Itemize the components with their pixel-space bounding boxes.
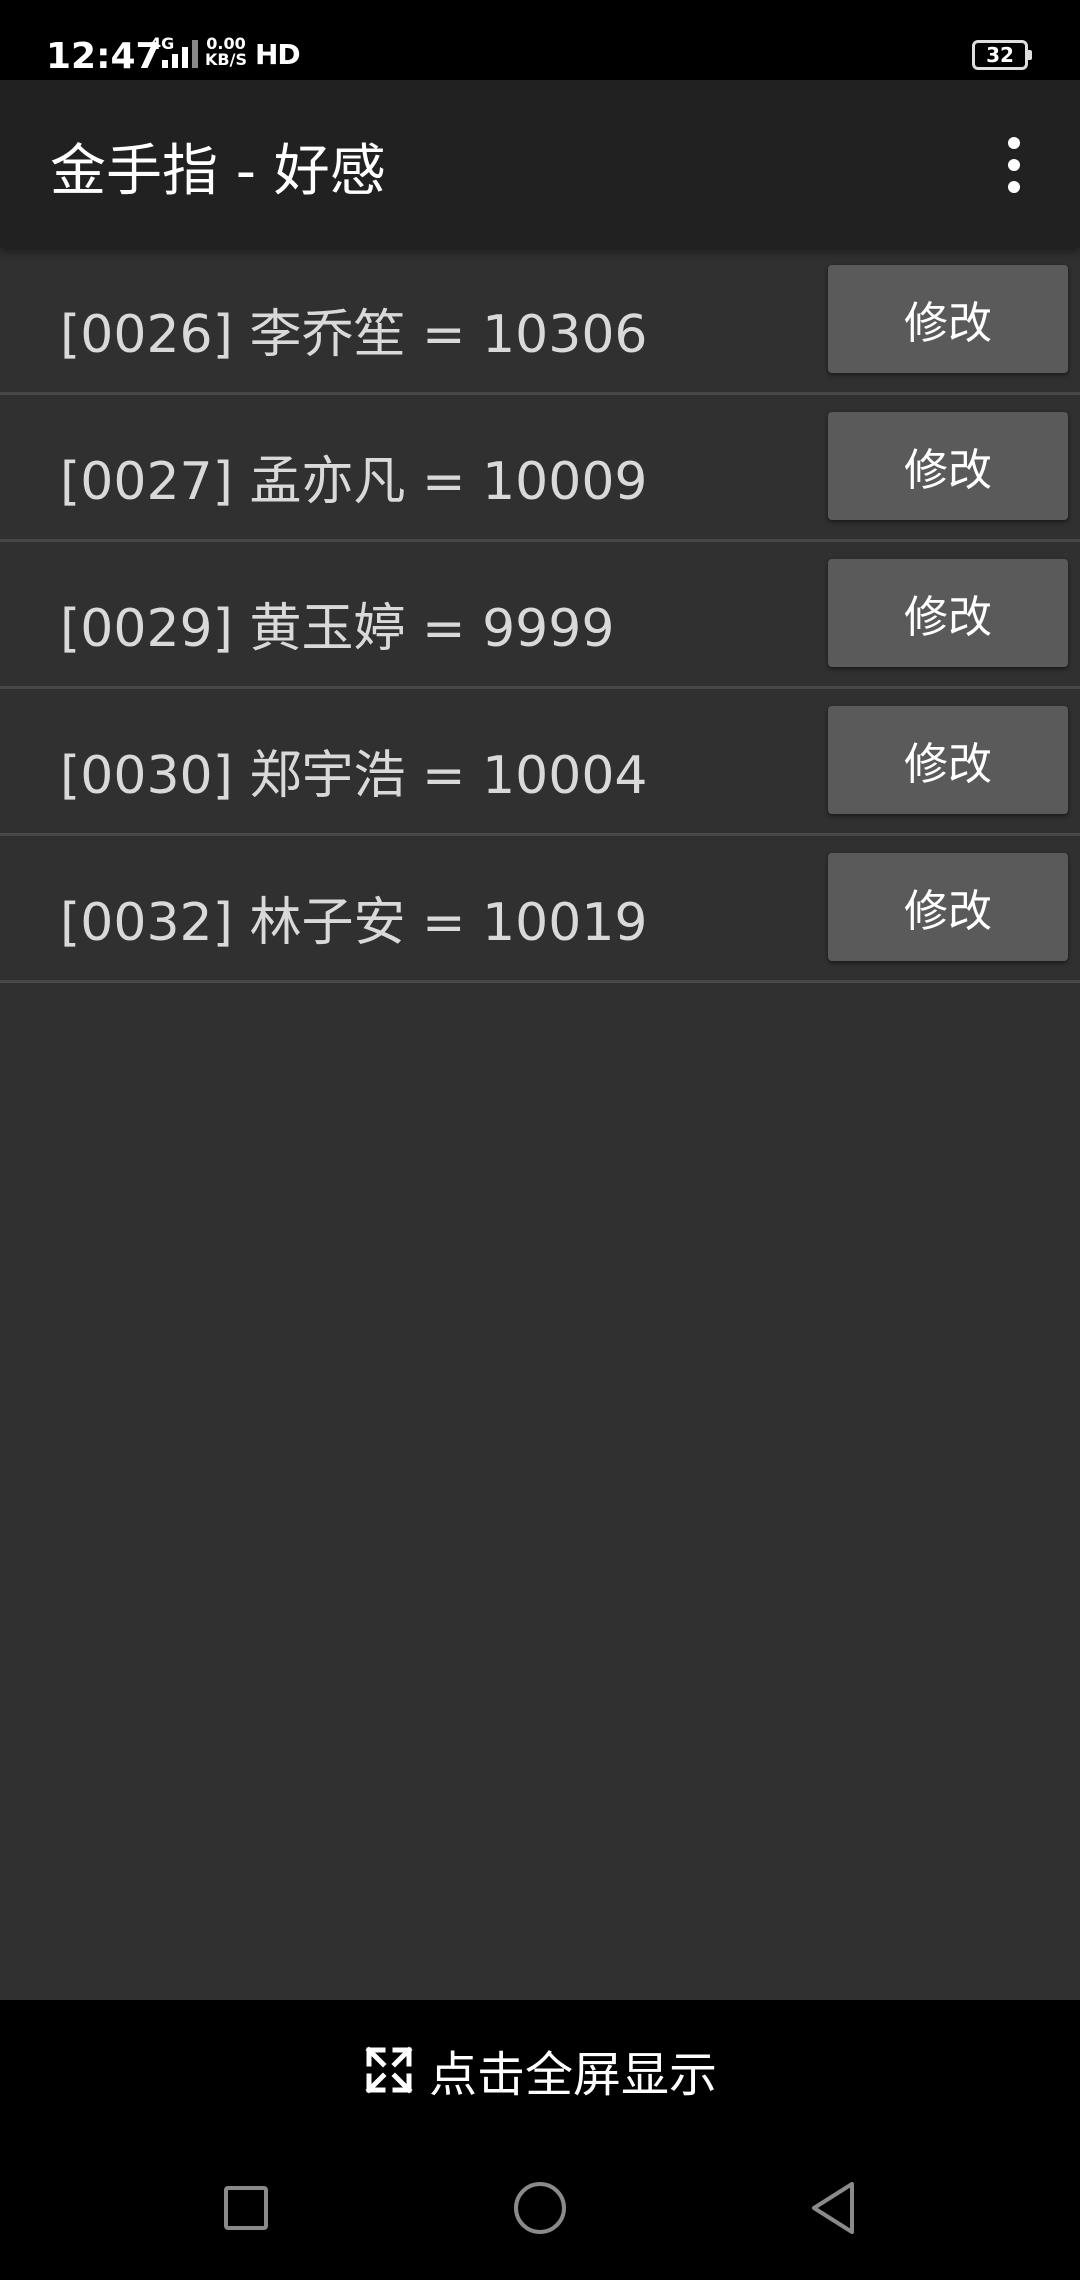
edit-button[interactable]: 修改 bbox=[828, 265, 1068, 373]
edit-button[interactable]: 修改 bbox=[828, 853, 1068, 961]
more-vert-icon[interactable] bbox=[990, 130, 1038, 200]
home-icon[interactable] bbox=[514, 2182, 566, 2234]
list-item-text: [0029] 黄玉婷 = 9999 bbox=[60, 599, 615, 659]
list-item: [0026] 李乔笙 = 10306 修改 bbox=[0, 248, 1080, 395]
network-speed: 0.00 KB/S bbox=[205, 36, 247, 68]
status-time: 12:47 bbox=[46, 36, 161, 77]
back-icon[interactable] bbox=[808, 2180, 858, 2236]
menu-dot bbox=[1008, 181, 1020, 193]
menu-dot bbox=[1008, 159, 1020, 171]
page-title: 金手指 - 好感 bbox=[50, 139, 386, 204]
fullscreen-icon bbox=[365, 2046, 413, 2094]
signal-icon bbox=[162, 40, 198, 68]
edit-button[interactable]: 修改 bbox=[828, 559, 1068, 667]
recent-apps-icon[interactable] bbox=[224, 2186, 268, 2230]
edit-button[interactable]: 修改 bbox=[828, 412, 1068, 520]
navigation-bar bbox=[0, 2140, 1080, 2280]
network-speed-unit: KB/S bbox=[205, 50, 247, 69]
status-bar: 12:47 4G 0.00 KB/S HD 32 bbox=[0, 0, 1080, 80]
app-bar: 金手指 - 好感 bbox=[0, 80, 1080, 248]
list-item-text: [0026] 李乔笙 = 10306 bbox=[60, 305, 648, 365]
list-item: [0032] 林子安 = 10019 修改 bbox=[0, 836, 1080, 983]
fullscreen-button[interactable]: 点击全屏显示 bbox=[0, 2000, 1080, 2140]
list-item: [0029] 黄玉婷 = 9999 修改 bbox=[0, 542, 1080, 689]
menu-dot bbox=[1008, 137, 1020, 149]
battery-tip bbox=[1028, 50, 1032, 60]
hd-voice-icon: HD bbox=[255, 38, 301, 71]
list-item-text: [0030] 郑宇浩 = 10004 bbox=[60, 746, 648, 806]
list-item: [0030] 郑宇浩 = 10004 修改 bbox=[0, 689, 1080, 836]
list-item-text: [0027] 孟亦凡 = 10009 bbox=[60, 452, 648, 512]
battery-icon: 32 bbox=[972, 40, 1028, 70]
edit-button[interactable]: 修改 bbox=[828, 706, 1068, 814]
cheat-list: [0026] 李乔笙 = 10306 修改 [0027] 孟亦凡 = 10009… bbox=[0, 248, 1080, 983]
list-item: [0027] 孟亦凡 = 10009 修改 bbox=[0, 395, 1080, 542]
list-item-text: [0032] 林子安 = 10019 bbox=[60, 893, 648, 953]
battery-level: 32 bbox=[986, 43, 1014, 67]
fullscreen-label: 点击全屏显示 bbox=[428, 2047, 717, 2103]
